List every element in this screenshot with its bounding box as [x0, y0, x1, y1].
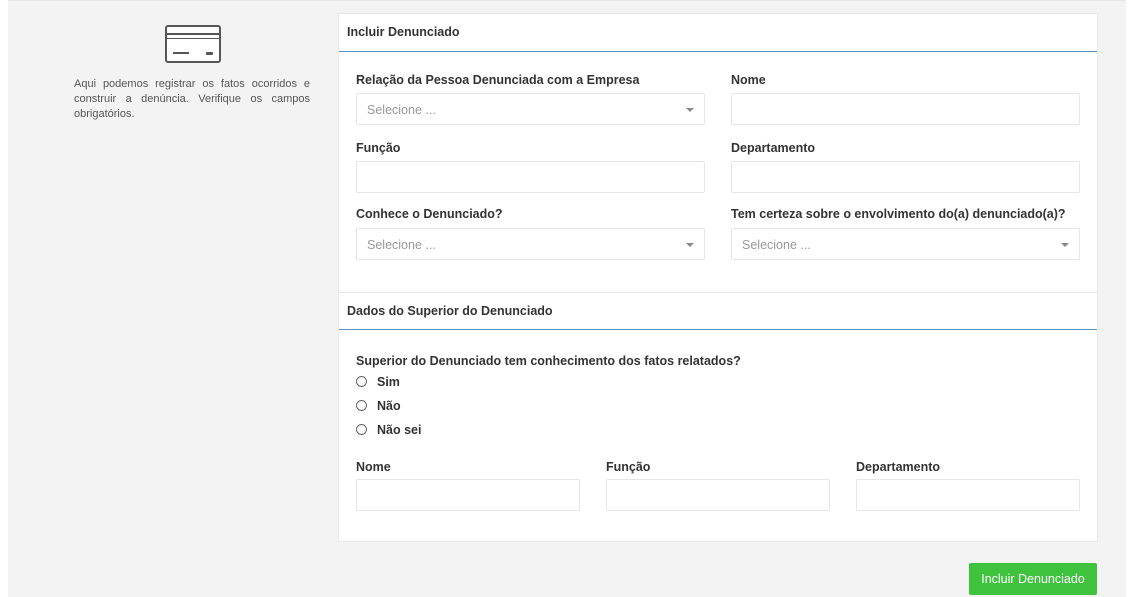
departamento-input[interactable] — [731, 161, 1080, 193]
form-panel: Incluir Denunciado Relação da Pessoa Den… — [338, 13, 1098, 542]
relacao-select[interactable]: Selecione ... — [356, 93, 705, 125]
credit-card-icon — [165, 25, 221, 63]
radio-circle-icon[interactable] — [356, 400, 367, 411]
radio-label: Sim — [377, 375, 400, 389]
superior-departamento-input[interactable] — [856, 479, 1080, 511]
nome-input[interactable] — [731, 93, 1080, 125]
conhece-select-value: Selecione ... — [367, 238, 436, 252]
radio-label: Não sei — [377, 423, 422, 437]
certeza-select[interactable]: Selecione ... — [731, 228, 1080, 260]
chevron-down-icon — [686, 243, 694, 247]
superior-nome-label: Nome — [356, 460, 391, 474]
certeza-label: Tem certeza sobre o envolvimento do(a) d… — [731, 207, 1066, 221]
superior-nome-input[interactable] — [356, 479, 580, 511]
radio-label: Não — [377, 399, 401, 413]
chevron-down-icon — [686, 108, 694, 112]
incluir-denunciado-button[interactable]: Incluir Denunciado — [969, 563, 1097, 595]
relacao-select-value: Selecione ... — [367, 103, 436, 117]
relacao-label: Relação da Pessoa Denunciada com a Empre… — [356, 73, 640, 87]
funcao-input[interactable] — [356, 161, 705, 193]
superior-funcao-label: Função — [606, 460, 651, 474]
superior-departamento-label: Departamento — [856, 460, 941, 474]
funcao-label: Função — [356, 141, 401, 155]
info-description: Aqui podemos registrar os fatos ocorrido… — [74, 78, 310, 120]
certeza-select-value: Selecione ... — [742, 238, 811, 252]
nome-label: Nome — [731, 73, 766, 87]
radio-circle-icon[interactable] — [356, 376, 367, 387]
conhece-select[interactable]: Selecione ... — [356, 228, 705, 260]
section-title-incluir-denunciado: Incluir Denunciado — [339, 14, 1097, 52]
chevron-down-icon — [1061, 243, 1069, 247]
radio-circle-icon[interactable] — [356, 424, 367, 435]
conhece-label: Conhece o Denunciado? — [356, 207, 503, 221]
section-title-superior: Dados do Superior do Denunciado — [339, 292, 1097, 330]
departamento-label: Departamento — [731, 141, 816, 155]
page-background: Aqui podemos registrar os fatos ocorrido… — [8, 0, 1126, 597]
superior-question: Superior do Denunciado tem conhecimento … — [356, 354, 741, 368]
superior-funcao-input[interactable] — [606, 479, 830, 511]
